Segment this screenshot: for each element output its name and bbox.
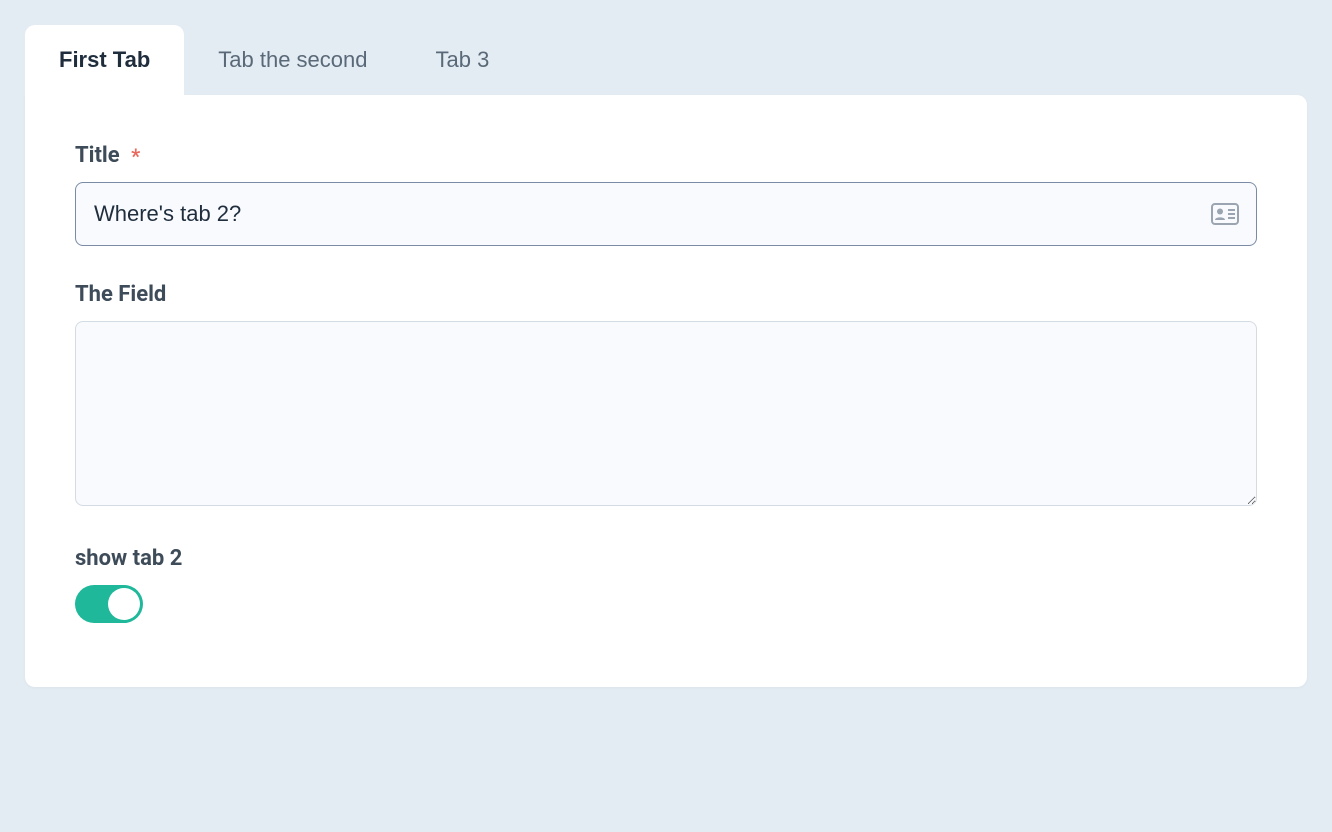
field-group-the-field: The Field [75, 282, 1257, 510]
tab-label: Tab 3 [436, 47, 490, 72]
title-input-wrapper [75, 182, 1257, 246]
field-group-show-tab-2: show tab 2 [75, 546, 1257, 627]
toggle-knob-icon [108, 588, 140, 620]
tab-first[interactable]: First Tab [25, 25, 184, 95]
title-input[interactable] [75, 182, 1257, 246]
show-tab-2-label: show tab 2 [75, 546, 1257, 571]
tab-second[interactable]: Tab the second [184, 25, 401, 95]
tab-third[interactable]: Tab 3 [402, 25, 524, 95]
tab-panel: Title * The Field show tab 2 [25, 95, 1307, 687]
label-text: Title [75, 143, 120, 168]
label-text: show tab 2 [75, 546, 182, 571]
field-group-title: Title * [75, 143, 1257, 246]
title-label: Title * [75, 143, 1257, 168]
show-tab-2-toggle-wrapper [75, 585, 143, 627]
tab-label: First Tab [59, 47, 150, 72]
tab-label: Tab the second [218, 47, 367, 72]
id-card-icon [1211, 203, 1239, 225]
the-field-textarea[interactable] [75, 321, 1257, 506]
show-tab-2-toggle[interactable] [75, 585, 143, 623]
label-text: The Field [75, 282, 166, 307]
the-field-label: The Field [75, 282, 1257, 307]
required-asterisk-icon: * [131, 144, 140, 168]
tab-bar: First Tab Tab the second Tab 3 [25, 25, 1307, 95]
